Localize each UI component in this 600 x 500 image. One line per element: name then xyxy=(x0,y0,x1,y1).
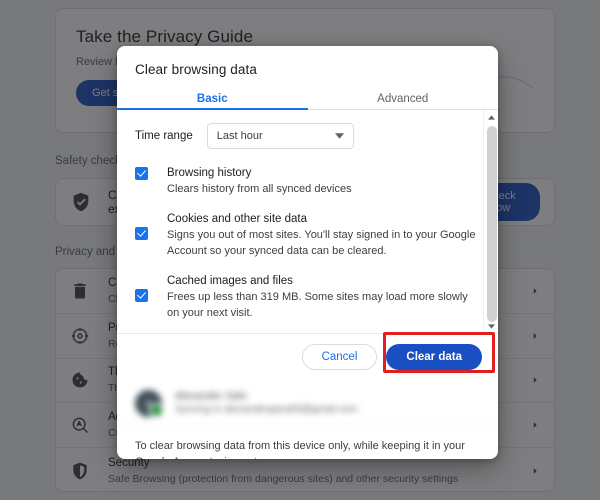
option-desc: Clears history from all synced devices xyxy=(167,181,352,197)
account-row[interactable]: A Alexander Safo Syncing to alexandergan… xyxy=(117,381,498,427)
account-sync-status: Syncing to alexandergana65@gmail.com xyxy=(175,403,357,417)
time-range-value: Last hour xyxy=(217,130,335,142)
tab-advanced[interactable]: Advanced xyxy=(308,89,499,109)
checkbox-cookies-site-data[interactable] xyxy=(135,227,148,240)
avatar: A xyxy=(135,390,162,417)
checkbox-cached-images-files[interactable] xyxy=(135,289,148,302)
avatar-initial: A xyxy=(135,390,162,417)
chevron-up-icon[interactable] xyxy=(484,110,498,124)
sign-out-link[interactable]: sign out xyxy=(219,456,258,459)
option-cached-images-files[interactable]: Cached images and files Frees up less th… xyxy=(135,273,479,321)
time-range-select[interactable]: Last hour xyxy=(207,123,354,149)
dialog-footer-note: To clear browsing data from this device … xyxy=(117,427,498,459)
clear-data-button[interactable]: Clear data xyxy=(386,344,482,370)
dialog-scroll-region: Time range Last hour Browsing history Cl… xyxy=(117,110,498,333)
footer-text-before: To clear browsing data from this device … xyxy=(135,440,465,459)
tab-basic[interactable]: Basic xyxy=(117,89,308,109)
checkbox-browsing-history[interactable] xyxy=(135,167,148,180)
option-browsing-history[interactable]: Browsing history Clears history from all… xyxy=(135,165,479,197)
time-range-row: Time range Last hour xyxy=(135,123,479,149)
option-title: Browsing history xyxy=(167,165,352,181)
option-title: Cookies and other site data xyxy=(167,211,479,227)
scrollbar-thumb[interactable] xyxy=(487,126,497,322)
cancel-button[interactable]: Cancel xyxy=(302,344,378,370)
option-title: Cached images and files xyxy=(167,273,479,289)
option-desc: Frees up less than 319 MB. Some sites ma… xyxy=(167,289,479,321)
footer-text-after: . xyxy=(257,456,260,459)
dialog-body: Time range Last hour Browsing history Cl… xyxy=(117,110,483,333)
clear-browsing-data-dialog: Clear browsing data Basic Advanced Time … xyxy=(117,46,498,459)
option-cookies-site-data[interactable]: Cookies and other site data Signs you ou… xyxy=(135,211,479,259)
dialog-tabs: Basic Advanced xyxy=(117,89,498,110)
option-desc: Signs you out of most sites. You'll stay… xyxy=(167,227,479,259)
dialog-title: Clear browsing data xyxy=(117,46,498,89)
dialog-actions: Cancel Clear data xyxy=(117,333,498,381)
dialog-scrollbar[interactable] xyxy=(483,110,498,333)
account-name: Alexander Safo xyxy=(175,389,357,403)
time-range-label: Time range xyxy=(135,130,193,142)
chevron-down-icon[interactable] xyxy=(484,319,498,333)
settings-page: Take the Privacy Guide Review key privac… xyxy=(0,0,600,500)
chevron-down-icon xyxy=(335,133,344,139)
